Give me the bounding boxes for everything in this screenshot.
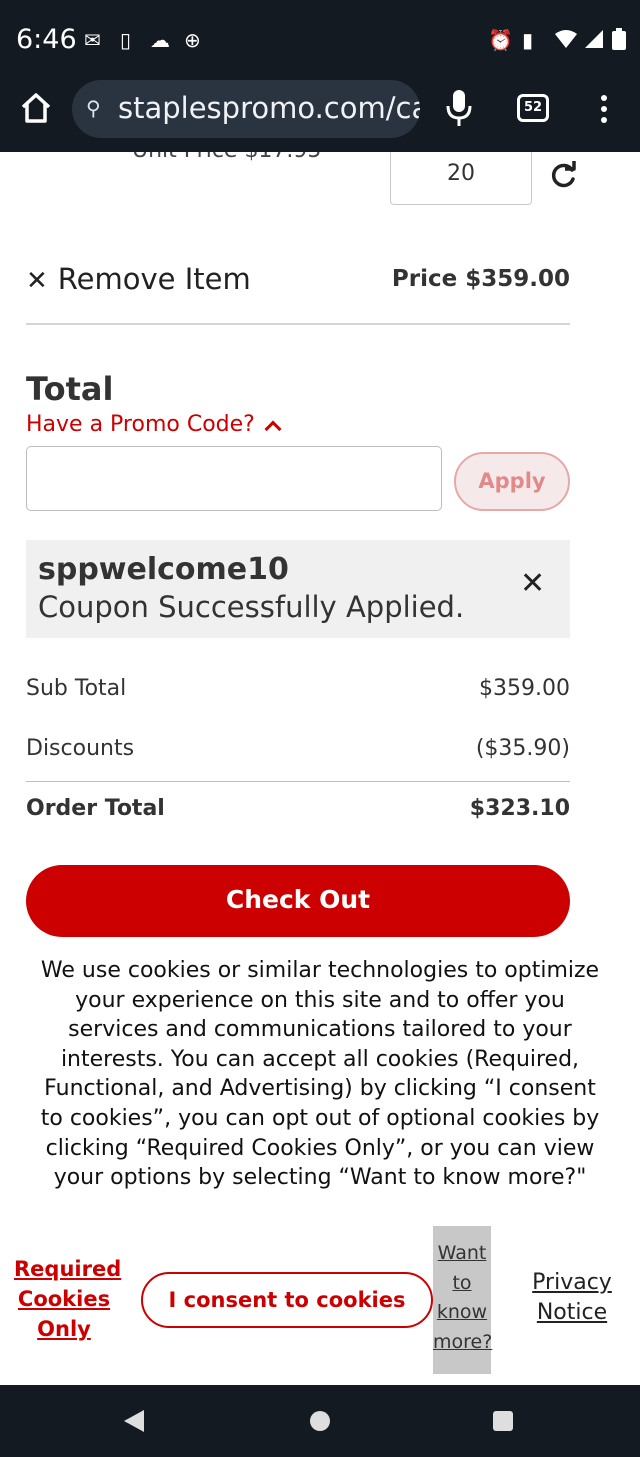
required-cookies-link[interactable]: Required Cookies Only: [14, 1254, 121, 1344]
order-total-value: $323.10: [469, 796, 570, 821]
checkout-button[interactable]: Check Out: [26, 865, 570, 937]
coupon-message: Coupon Successfully Applied.: [38, 590, 465, 624]
discounts-row: Discounts ($35.90): [26, 736, 570, 761]
system-nav-bar: [0, 1385, 640, 1457]
vibrate-icon: ▮: [522, 28, 534, 52]
wifi-icon: [555, 30, 577, 48]
home-circle-icon[interactable]: [310, 1411, 330, 1431]
item-price: Price $359.00: [391, 266, 570, 292]
apply-button[interactable]: Apply: [454, 452, 570, 511]
notification-icon: ✉: [84, 28, 101, 52]
discounts-value: ($35.90): [475, 736, 570, 761]
consent-cookies-button[interactable]: I consent to cookies: [141, 1272, 433, 1328]
remove-item-label: Remove Item: [57, 262, 251, 296]
alarm-icon: ⏰: [488, 28, 513, 52]
remove-item-button[interactable]: ✕ Remove Item: [26, 262, 251, 296]
promo-code-toggle-label: Have a Promo Code?: [26, 412, 255, 437]
signal-icon: [585, 30, 603, 48]
privacy-notice-link[interactable]: Privacy Notice: [524, 1268, 620, 1328]
status-time: 6:46: [16, 24, 77, 55]
divider: [26, 323, 570, 325]
order-total-row: Order Total $323.10: [26, 796, 570, 821]
unit-price: Unit Price $17.95: [132, 152, 321, 163]
more-menu-icon[interactable]: [594, 92, 614, 124]
remove-coupon-icon[interactable]: ✕: [520, 566, 545, 601]
browser-toolbar: ⚲ staplespromo.com/ca 52: [0, 78, 640, 152]
chevron-up-icon: [264, 420, 282, 438]
url-bar[interactable]: ⚲ staplespromo.com/ca: [72, 80, 420, 138]
recent-apps-icon[interactable]: [493, 1411, 513, 1431]
microphone-icon[interactable]: [444, 88, 474, 128]
url-text: staplespromo.com/ca: [118, 91, 420, 125]
refresh-icon[interactable]: [548, 160, 578, 190]
order-total-label: Order Total: [26, 796, 165, 821]
back-icon[interactable]: [124, 1410, 144, 1432]
divider: [26, 781, 570, 782]
quantity-input[interactable]: 20: [390, 152, 532, 205]
promo-code-toggle[interactable]: Have a Promo Code?: [26, 412, 282, 438]
coupon-code: sppwelcome10: [38, 552, 289, 587]
phone-icon: ▯: [120, 28, 132, 52]
subtotal-row: Sub Total $359.00: [26, 676, 570, 701]
site-settings-icon[interactable]: ⚲: [86, 96, 101, 120]
cookie-banner-text: We use cookies or similar technologies t…: [40, 958, 600, 1191]
tab-switcher-button[interactable]: 52: [517, 94, 549, 122]
subtotal-label: Sub Total: [26, 676, 127, 701]
discounts-label: Discounts: [26, 736, 135, 761]
home-icon[interactable]: [18, 90, 54, 126]
applied-coupon: sppwelcome10 Coupon Successfully Applied…: [26, 540, 570, 638]
close-icon: ✕: [26, 266, 48, 296]
battery-icon: [612, 28, 626, 50]
subtotal-value: $359.00: [479, 676, 570, 701]
cloud-icon: ☁: [150, 28, 170, 52]
status-bar: 6:46 ✉ ▯ ☁ ⊕ ⏰ ▮: [0, 0, 640, 78]
basketball-icon: ⊕: [184, 28, 201, 52]
want-to-know-more-link[interactable]: Want to know more?: [433, 1226, 492, 1374]
cart-page: Unit Price $17.95 20 ✕ Remove Item Price …: [0, 152, 640, 1385]
promo-code-input[interactable]: [26, 446, 442, 511]
total-heading: Total: [26, 370, 114, 408]
